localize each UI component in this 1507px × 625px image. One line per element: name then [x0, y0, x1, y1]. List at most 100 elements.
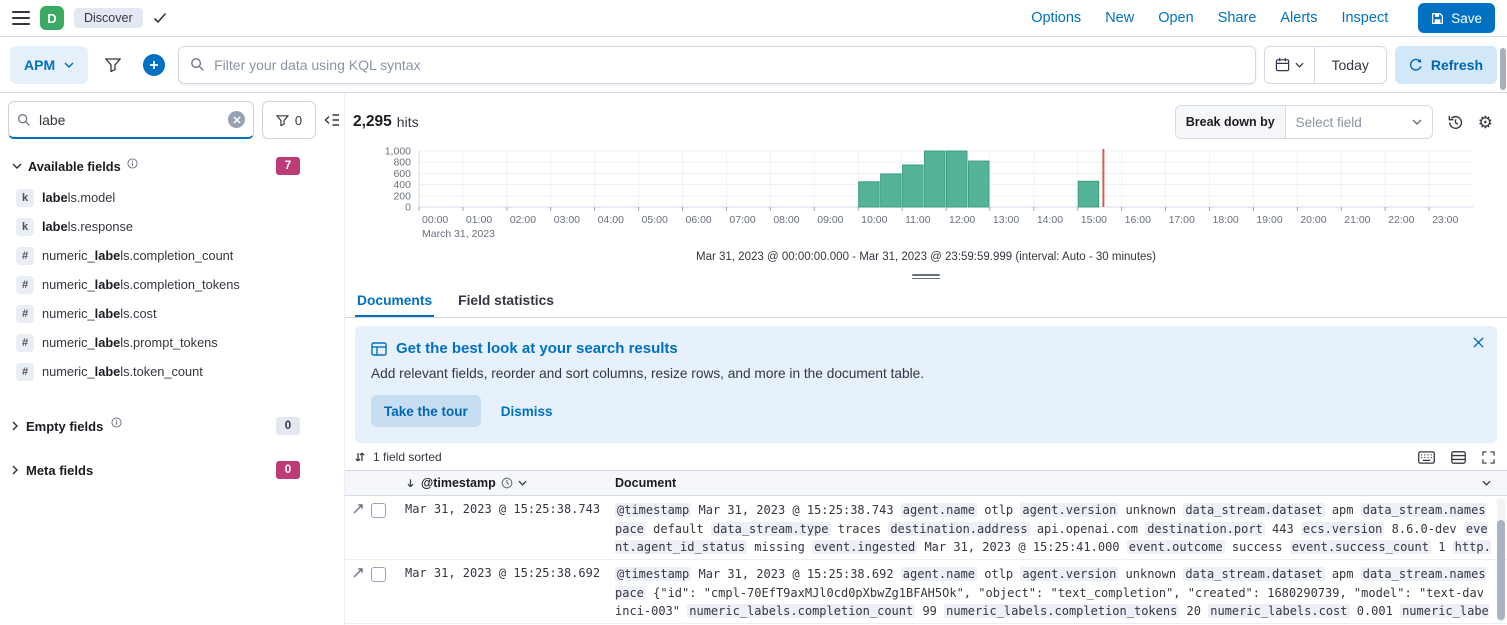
data-view-selector[interactable]: APM	[10, 46, 88, 84]
svg-text:03:00: 03:00	[554, 214, 580, 226]
field-list-item[interactable]: #numeric_labels.prompt_tokens	[8, 328, 344, 357]
clear-search-icon[interactable]	[228, 111, 245, 128]
collapse-sidebar-icon[interactable]	[324, 113, 340, 127]
svg-text:400: 400	[393, 179, 411, 191]
field-name: numeric_labels.completion_count	[42, 248, 233, 263]
field-list-item[interactable]: klabels.response	[8, 212, 344, 241]
document-cell[interactable]: @timestamp Mar 31, 2023 @ 15:25:38.692 a…	[609, 560, 1507, 623]
chart-resize-handle[interactable]	[912, 272, 940, 281]
timestamp-column-label: @timestamp	[421, 476, 496, 490]
table-row: Mar 31, 2023 @ 15:25:38.692@timestamp Ma…	[345, 560, 1507, 624]
document-cell[interactable]: @timestamp Mar 31, 2023 @ 15:25:38.743 a…	[609, 496, 1507, 559]
row-checkbox[interactable]	[371, 567, 386, 582]
nav-link-share[interactable]: Share	[1218, 10, 1257, 26]
tab-field-statistics[interactable]: Field statistics	[456, 283, 556, 317]
tab-documents[interactable]: Documents	[355, 283, 434, 317]
sorted-fields-label[interactable]: 1 field sorted	[373, 450, 442, 464]
take-tour-button[interactable]: Take the tour	[371, 395, 481, 427]
chevron-down-icon[interactable]	[518, 480, 527, 486]
histogram-bar[interactable]	[947, 151, 967, 207]
meta-fields-section[interactable]: Meta fields 0	[8, 448, 344, 492]
expand-document-icon[interactable]	[352, 503, 364, 515]
field-name-chip: agent.name	[901, 567, 977, 581]
dismiss-button[interactable]: Dismiss	[501, 404, 553, 419]
meta-fields-label: Meta fields	[26, 463, 93, 478]
chevron-down-icon[interactable]	[1482, 480, 1491, 486]
page-scrollbar-thumb[interactable]	[1500, 48, 1506, 90]
close-icon[interactable]	[1473, 337, 1484, 348]
nav-link-new[interactable]: New	[1105, 10, 1134, 26]
display-options-icon[interactable]	[1451, 451, 1466, 464]
save-button[interactable]: Save	[1418, 3, 1495, 33]
nav-link-open[interactable]: Open	[1158, 10, 1193, 26]
svg-text:23:00: 23:00	[1432, 214, 1458, 226]
grid-scrollbar-thumb[interactable]	[1497, 520, 1505, 619]
sort-fields-icon[interactable]	[354, 451, 366, 463]
field-list: klabels.modelklabels.response#numeric_la…	[8, 183, 344, 386]
svg-text:17:00: 17:00	[1169, 214, 1195, 226]
field-search-input[interactable]	[39, 112, 220, 128]
nav-link-options[interactable]: Options	[1031, 10, 1081, 26]
field-list-item[interactable]: #numeric_labels.completion_tokens	[8, 270, 344, 299]
kql-search-bar[interactable]	[178, 46, 1255, 84]
available-fields-header[interactable]: Available fields 7	[8, 139, 344, 183]
history-icon[interactable]	[1447, 114, 1464, 131]
grid-scrollbar[interactable]	[1497, 498, 1505, 622]
available-fields-label: Available fields	[28, 159, 121, 174]
grid-header-timestamp[interactable]: @timestamp	[401, 476, 609, 490]
date-picker: Today	[1264, 46, 1387, 84]
field-list-item[interactable]: #numeric_labels.token_count	[8, 357, 344, 386]
histogram-bar[interactable]	[859, 182, 879, 207]
clock-icon	[501, 477, 513, 489]
keyboard-icon[interactable]	[1418, 451, 1435, 464]
field-list-item[interactable]: klabels.model	[8, 183, 344, 212]
save-button-label: Save	[1451, 11, 1482, 26]
number-field-icon: #	[16, 247, 34, 265]
svg-text:13:00: 13:00	[993, 214, 1019, 226]
hamburger-menu-icon[interactable]	[12, 11, 30, 25]
kql-input[interactable]	[214, 57, 1243, 73]
refresh-button-label: Refresh	[1431, 57, 1483, 73]
date-range-label[interactable]: Today	[1315, 57, 1386, 73]
available-fields-count-badge: 7	[276, 157, 300, 175]
field-name-chip: destination.port	[1145, 522, 1265, 536]
fullscreen-icon[interactable]	[1482, 451, 1495, 464]
svg-text:200: 200	[393, 190, 411, 202]
nav-link-inspect[interactable]: Inspect	[1341, 10, 1388, 26]
timestamp-cell[interactable]: Mar 31, 2023 @ 15:25:38.743	[401, 496, 609, 559]
empty-fields-section[interactable]: Empty fields 0	[8, 404, 344, 448]
refresh-button[interactable]: Refresh	[1395, 46, 1497, 84]
grid-header-document[interactable]: Document	[609, 476, 1507, 490]
svg-text:1,000: 1,000	[385, 146, 411, 158]
filter-icon[interactable]	[96, 46, 130, 84]
header-nav: Options New Open Share Alerts Inspect	[1031, 10, 1388, 26]
breakdown-select[interactable]: Select field	[1286, 106, 1432, 138]
gear-icon[interactable]: ⚙	[1478, 114, 1493, 131]
field-name-chip: data_stream.type	[711, 522, 831, 536]
space-avatar[interactable]: D	[40, 6, 64, 30]
number-field-icon: #	[16, 276, 34, 294]
timestamp-cell[interactable]: Mar 31, 2023 @ 15:25:38.692	[401, 560, 609, 623]
histogram-bar[interactable]	[925, 151, 945, 207]
date-picker-calendar-button[interactable]	[1265, 47, 1315, 83]
histogram-bar[interactable]	[881, 174, 901, 207]
field-filters-button[interactable]: 0	[262, 101, 316, 139]
row-checkbox[interactable]	[371, 503, 386, 518]
expand-document-icon[interactable]	[352, 567, 364, 579]
field-name-chip: @timestamp	[615, 503, 691, 517]
histogram-bar[interactable]	[968, 161, 988, 207]
svg-text:0: 0	[405, 202, 411, 214]
field-name: numeric_labels.token_count	[42, 364, 203, 379]
histogram-bar[interactable]	[1078, 181, 1098, 207]
field-name: labels.model	[42, 190, 115, 205]
add-filter-button[interactable]	[138, 46, 170, 84]
field-search[interactable]	[8, 101, 254, 139]
breadcrumb[interactable]: Discover	[74, 8, 143, 28]
field-list-item[interactable]: #numeric_labels.cost	[8, 299, 344, 328]
histogram-bar[interactable]	[903, 165, 923, 207]
field-name-chip: numeric_labels.cost	[1208, 604, 1349, 618]
chart-caption: Mar 31, 2023 @ 00:00:00.000 - Mar 31, 20…	[345, 251, 1507, 263]
nav-link-alerts[interactable]: Alerts	[1280, 10, 1317, 26]
field-name-chip: numeric_labels.completion_count	[687, 604, 915, 618]
field-list-item[interactable]: # numeric_labels.completion_count	[8, 241, 344, 270]
